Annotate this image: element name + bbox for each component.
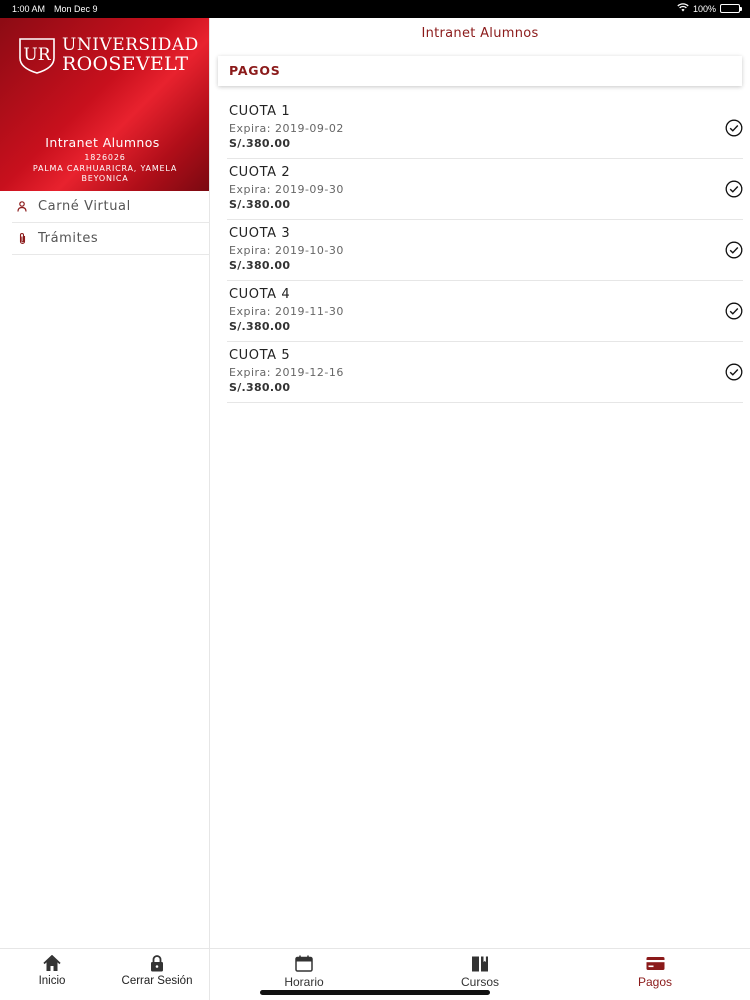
section-header: PAGOS bbox=[218, 56, 742, 86]
payments-list: CUOTA 1 Expira: 2019-09-02 S/.380.00 CUO… bbox=[227, 98, 743, 403]
payment-row[interactable]: CUOTA 2 Expira: 2019-09-30 S/.380.00 bbox=[227, 159, 743, 220]
lock-icon bbox=[150, 954, 164, 972]
main-panel: Intranet Alumnos PAGOS CUOTA 1 Expira: 2… bbox=[210, 18, 750, 1000]
student-name: PALMA CARHUARICRA, YAMELA BEYONICA bbox=[32, 164, 178, 183]
svg-text:UR: UR bbox=[23, 45, 51, 65]
payment-title: CUOTA 2 bbox=[229, 165, 291, 180]
profile-app-title: Intranet Alumnos bbox=[45, 135, 160, 150]
tab-inicio[interactable]: Inicio bbox=[22, 949, 82, 1000]
payment-amount: S/.380.00 bbox=[229, 320, 291, 333]
payment-expiry: Expira: 2019-10-30 bbox=[229, 244, 344, 257]
check-circle-icon bbox=[725, 363, 743, 381]
payment-expiry: Expira: 2019-11-30 bbox=[229, 305, 344, 318]
sidebar-tab-bar: Inicio Cerrar Sesión bbox=[0, 948, 210, 1000]
payment-row[interactable]: CUOTA 3 Expira: 2019-10-30 S/.380.00 bbox=[227, 220, 743, 281]
payment-amount: S/.380.00 bbox=[229, 381, 291, 394]
payment-title: CUOTA 5 bbox=[229, 348, 291, 363]
battery-percent: 100% bbox=[692, 3, 716, 14]
status-time: 1:00 AM bbox=[12, 4, 46, 14]
payment-row[interactable]: CUOTA 5 Expira: 2019-12-16 S/.380.00 bbox=[227, 342, 743, 403]
menu-item-carne-virtual[interactable]: Carné Virtual bbox=[12, 191, 210, 223]
check-circle-icon bbox=[725, 180, 743, 198]
check-circle-icon bbox=[725, 302, 743, 320]
university-logo: UR UNIVERSIDAD ROOSEVELT bbox=[18, 36, 198, 76]
menu-item-tramites[interactable]: Trámites bbox=[12, 223, 210, 255]
check-circle-icon bbox=[725, 119, 743, 137]
person-icon bbox=[14, 199, 30, 215]
page-title: Intranet Alumnos bbox=[421, 26, 539, 41]
tab-pagos[interactable]: Pagos bbox=[605, 949, 705, 1000]
payment-expiry: Expira: 2019-12-16 bbox=[229, 366, 344, 379]
tab-label: Pagos bbox=[637, 975, 673, 989]
payment-expiry: Expira: 2019-09-02 bbox=[229, 122, 344, 135]
tab-label: Cursos bbox=[460, 975, 499, 989]
battery-icon bbox=[720, 4, 742, 13]
payment-amount: S/.380.00 bbox=[229, 137, 291, 150]
payment-title: CUOTA 3 bbox=[229, 226, 291, 241]
payment-amount: S/.380.00 bbox=[229, 259, 291, 272]
sidebar: UR UNIVERSIDAD ROOSEVELT Intranet Alumno… bbox=[0, 18, 210, 1000]
brand-line-2: ROOSEVELT bbox=[62, 53, 189, 75]
ur-shield-icon: UR bbox=[19, 38, 55, 74]
payment-row[interactable]: CUOTA 1 Expira: 2019-09-02 S/.380.00 bbox=[227, 98, 743, 159]
tab-label: Inicio bbox=[38, 975, 66, 987]
status-right: 100% bbox=[677, 3, 742, 14]
status-bar: 1:00 AM Mon Dec 9 100% bbox=[0, 0, 750, 18]
menu-item-label: Carné Virtual bbox=[38, 199, 131, 214]
tab-label: Horario bbox=[284, 975, 324, 989]
profile-header: UR UNIVERSIDAD ROOSEVELT Intranet Alumno… bbox=[0, 18, 209, 191]
credit-card-icon bbox=[646, 954, 665, 972]
calendar-icon bbox=[295, 954, 313, 972]
menu-item-label: Trámites bbox=[38, 231, 99, 246]
student-code: 1826026 bbox=[84, 153, 126, 162]
home-icon bbox=[43, 954, 61, 972]
home-indicator[interactable] bbox=[260, 990, 490, 995]
tab-label: Cerrar Sesión bbox=[121, 975, 193, 987]
status-date: Mon Dec 9 bbox=[54, 4, 98, 14]
brand-line-1: UNIVERSIDAD bbox=[62, 35, 199, 55]
paperclip-icon bbox=[14, 231, 30, 247]
wifi-icon bbox=[677, 3, 689, 14]
book-icon bbox=[471, 954, 489, 972]
payment-expiry: Expira: 2019-09-30 bbox=[229, 183, 344, 196]
payment-title: CUOTA 1 bbox=[229, 104, 291, 119]
check-circle-icon bbox=[725, 241, 743, 259]
payment-title: CUOTA 4 bbox=[229, 287, 291, 302]
tab-cerrar-sesion[interactable]: Cerrar Sesión bbox=[117, 949, 197, 1000]
section-title: PAGOS bbox=[229, 63, 281, 78]
payment-row[interactable]: CUOTA 4 Expira: 2019-11-30 S/.380.00 bbox=[227, 281, 743, 342]
payment-amount: S/.380.00 bbox=[229, 198, 291, 211]
